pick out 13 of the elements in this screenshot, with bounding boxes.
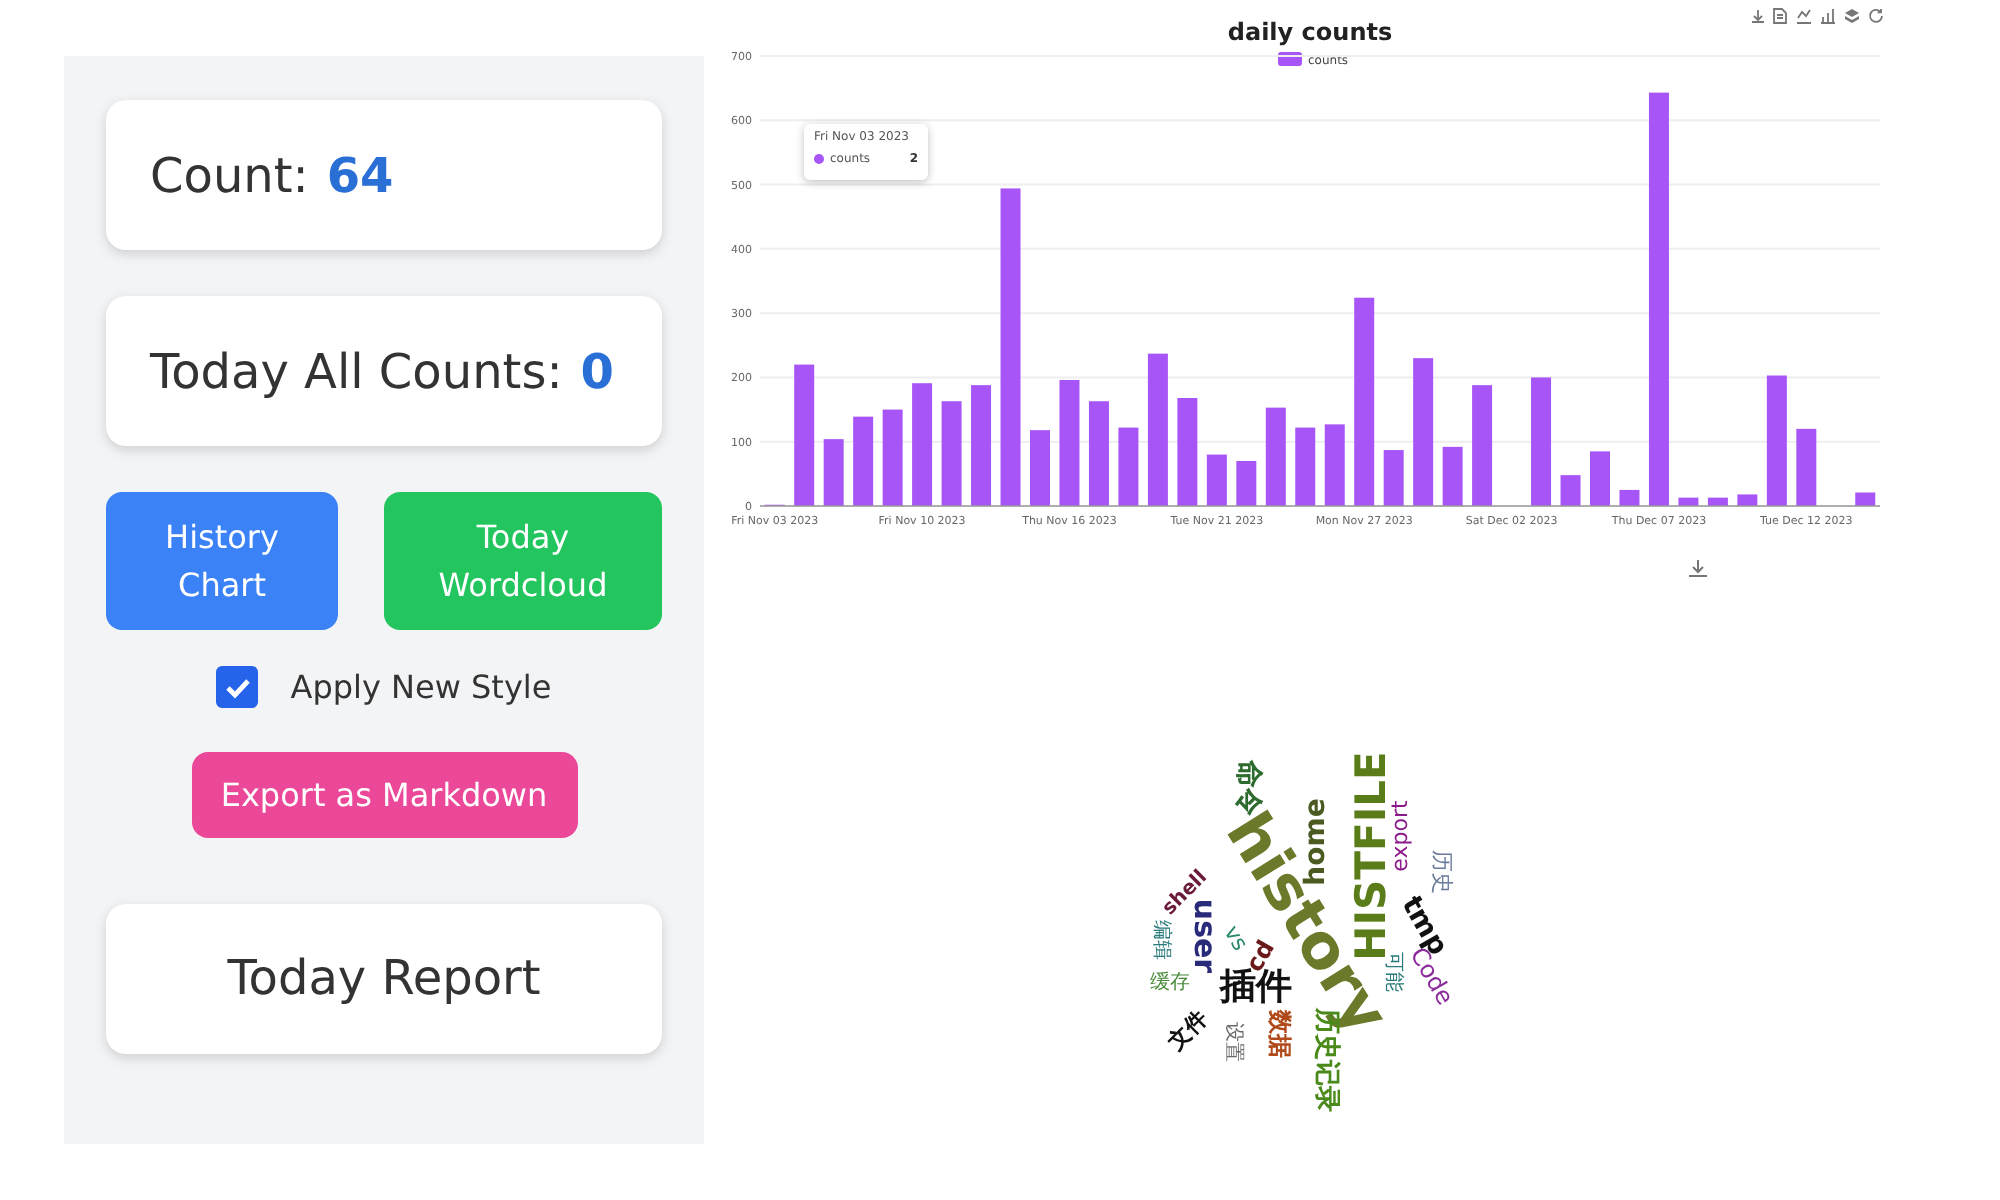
- today-counts-label: Today All Counts:: [150, 343, 563, 400]
- cloud-word: 可能: [1382, 952, 1402, 992]
- cloud-word: export: [1389, 800, 1411, 872]
- chart-title: daily counts: [1227, 18, 1393, 46]
- cloud-word: 缓存: [1150, 974, 1190, 994]
- cloud-word: 文件: [1164, 1006, 1212, 1054]
- cloud-word: 编辑: [1150, 920, 1170, 960]
- today-counts-value: 0: [580, 343, 614, 400]
- cloud-word: 历史: [1431, 850, 1453, 894]
- count-value: 64: [326, 147, 394, 204]
- count-label: Count:: [150, 147, 309, 204]
- checkbox-label: Apply New Style: [290, 668, 552, 707]
- report-title: Today Report: [227, 950, 541, 1007]
